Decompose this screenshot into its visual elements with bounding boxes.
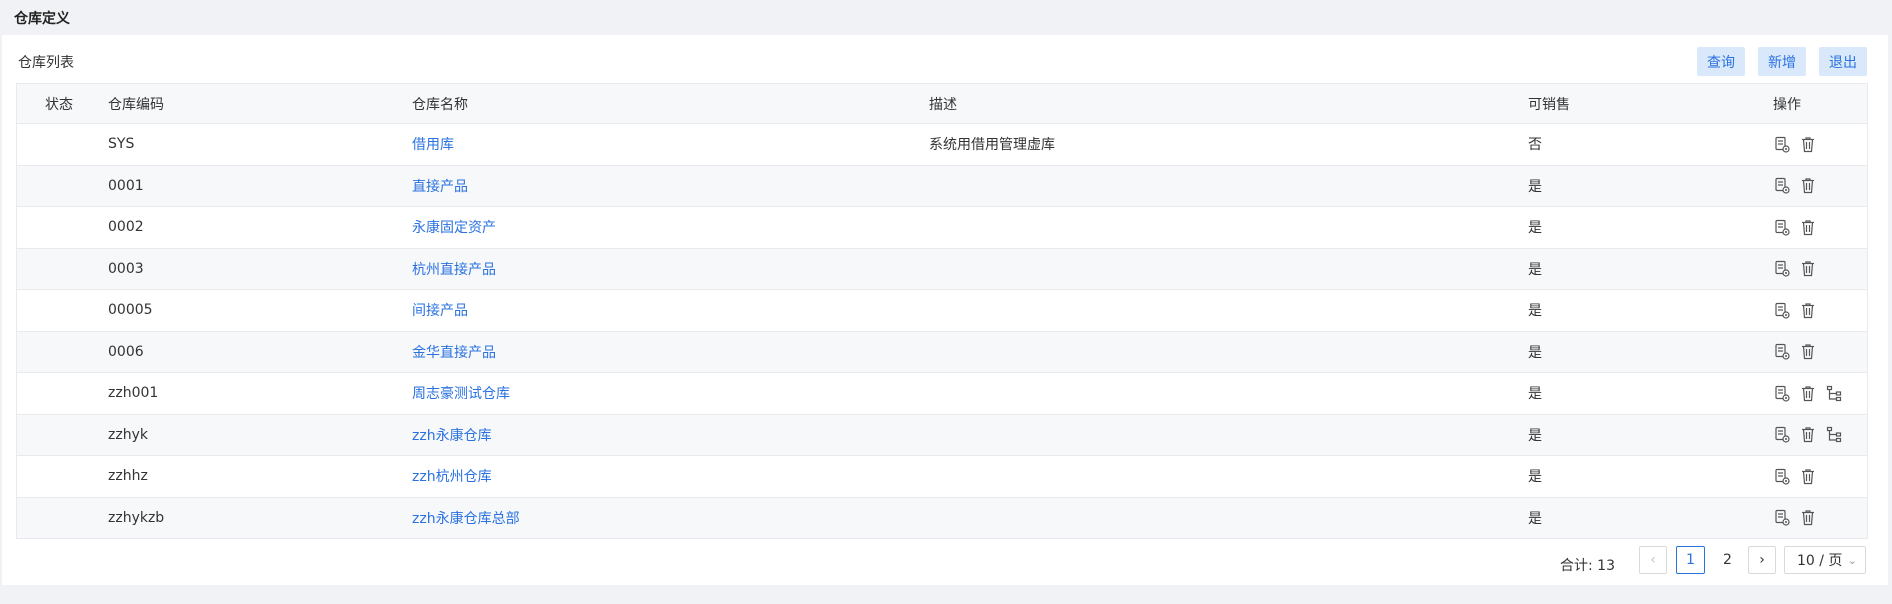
row-name-link[interactable]: zzh永康仓库 <box>412 415 492 456</box>
row-sale: 是 <box>1528 427 1542 444</box>
delete-icon[interactable] <box>1799 218 1817 236</box>
row-sale: 是 <box>1528 261 1542 278</box>
row-name-link[interactable]: 周志豪测试仓库 <box>412 373 510 414</box>
delete-icon[interactable] <box>1799 301 1817 319</box>
row-actions <box>1773 124 1817 165</box>
table-row: zzhykzb zzh永康仓库总部 是 <box>17 497 1867 539</box>
table-row: SYS 借用库 系统用借用管理虚库 否 <box>17 124 1867 166</box>
edit-icon[interactable] <box>1773 218 1791 236</box>
edit-icon[interactable] <box>1773 301 1791 319</box>
row-code: zzhykzb <box>108 509 165 526</box>
delete-icon[interactable] <box>1799 260 1817 278</box>
row-sale: 是 <box>1528 510 1542 527</box>
row-sale: 是 <box>1528 344 1542 361</box>
row-actions <box>1773 498 1817 539</box>
row-code: zzh001 <box>108 385 159 402</box>
row-name-link[interactable]: zzh永康仓库总部 <box>412 498 520 539</box>
delete-icon[interactable] <box>1799 343 1817 361</box>
row-name-link[interactable]: 金华直接产品 <box>412 332 496 373</box>
row-code: 00005 <box>108 302 153 319</box>
row-actions <box>1773 290 1817 331</box>
header-code: 仓库编码 <box>108 96 164 113</box>
row-actions <box>1773 166 1817 207</box>
row-sale: 是 <box>1528 178 1542 195</box>
tree-structure-icon[interactable] <box>1825 384 1843 402</box>
prev-page-button[interactable]: ‹ <box>1639 546 1667 574</box>
delete-icon[interactable] <box>1799 509 1817 527</box>
table-row: 0002 永康固定资产 是 <box>17 207 1867 249</box>
pagination-total: 合计: 13 <box>1560 558 1615 574</box>
header-name: 仓库名称 <box>412 96 468 113</box>
edit-icon[interactable] <box>1773 467 1791 485</box>
row-name-link[interactable]: 间接产品 <box>412 290 468 331</box>
page-size-select[interactable]: 10 / 页 ⌄ <box>1784 546 1866 574</box>
row-code: 0003 <box>108 260 144 277</box>
header-sale: 可销售 <box>1528 96 1570 113</box>
header-op: 操作 <box>1773 96 1801 113</box>
delete-icon[interactable] <box>1799 426 1817 444</box>
delete-icon[interactable] <box>1799 384 1817 402</box>
row-actions <box>1773 249 1817 290</box>
chevron-left-icon: ‹ <box>1650 552 1656 568</box>
row-sale: 是 <box>1528 303 1542 320</box>
edit-icon[interactable] <box>1773 135 1791 153</box>
header-desc: 描述 <box>929 96 957 113</box>
edit-icon[interactable] <box>1773 509 1791 527</box>
edit-icon[interactable] <box>1773 260 1791 278</box>
chevron-right-icon: › <box>1759 552 1765 568</box>
table-row: zzh001 周志豪测试仓库 是 <box>17 373 1867 415</box>
row-code: zzhhz <box>108 468 148 485</box>
page-2-button[interactable]: 2 <box>1713 546 1742 574</box>
page-title: 仓库定义 <box>14 11 70 27</box>
table-row: zzhhz zzh杭州仓库 是 <box>17 456 1867 498</box>
edit-icon[interactable] <box>1773 177 1791 195</box>
row-code: 0002 <box>108 219 144 236</box>
table-row: 0006 金华直接产品 是 <box>17 331 1867 373</box>
row-name-link[interactable]: 永康固定资产 <box>412 207 496 248</box>
row-name-link[interactable]: zzh杭州仓库 <box>412 456 492 497</box>
table-row: 0003 杭州直接产品 是 <box>17 248 1867 290</box>
warehouse-list-panel: 仓库列表 查询 新增 退出 状态 仓库编码 仓库名称 描述 可销售 操作 SYS… <box>2 35 1888 585</box>
table-row: zzhyk zzh永康仓库 是 <box>17 414 1867 456</box>
delete-icon[interactable] <box>1799 467 1817 485</box>
edit-icon[interactable] <box>1773 343 1791 361</box>
header-status: 状态 <box>45 96 73 113</box>
page-1-button[interactable]: 1 <box>1676 546 1705 574</box>
edit-icon[interactable] <box>1773 426 1791 444</box>
row-actions <box>1773 456 1817 497</box>
next-page-button[interactable]: › <box>1748 546 1776 574</box>
query-button[interactable]: 查询 <box>1697 47 1745 76</box>
delete-icon[interactable] <box>1799 135 1817 153</box>
row-actions <box>1773 373 1843 414</box>
exit-button[interactable]: 退出 <box>1819 47 1867 76</box>
row-name-link[interactable]: 借用库 <box>412 124 454 165</box>
table-row: 00005 间接产品 是 <box>17 290 1867 332</box>
row-actions <box>1773 332 1817 373</box>
page-size-label: 10 / 页 <box>1797 553 1843 569</box>
row-code: SYS <box>108 136 135 153</box>
row-sale: 是 <box>1528 386 1542 403</box>
tree-structure-icon[interactable] <box>1825 426 1843 444</box>
warehouse-table: 状态 仓库编码 仓库名称 描述 可销售 操作 SYS 借用库 系统用借用管理虚库 否 0… <box>16 83 1868 539</box>
add-button[interactable]: 新增 <box>1758 47 1806 76</box>
row-sale: 否 <box>1528 137 1542 154</box>
chevron-down-icon: ⌄ <box>1847 553 1857 567</box>
row-sale: 是 <box>1528 220 1542 237</box>
row-code: 0006 <box>108 343 144 360</box>
delete-icon[interactable] <box>1799 177 1817 195</box>
row-actions <box>1773 207 1817 248</box>
edit-icon[interactable] <box>1773 384 1791 402</box>
row-code: 0001 <box>108 177 144 194</box>
row-name-link[interactable]: 直接产品 <box>412 166 468 207</box>
table-header-row: 状态 仓库编码 仓库名称 描述 可销售 操作 <box>17 84 1867 124</box>
table-row: 0001 直接产品 是 <box>17 165 1867 207</box>
row-desc: 系统用借用管理虚库 <box>929 137 1055 154</box>
row-name-link[interactable]: 杭州直接产品 <box>412 249 496 290</box>
row-actions <box>1773 415 1843 456</box>
row-sale: 是 <box>1528 469 1542 486</box>
panel-title: 仓库列表 <box>18 55 74 71</box>
row-code: zzhyk <box>108 426 148 443</box>
